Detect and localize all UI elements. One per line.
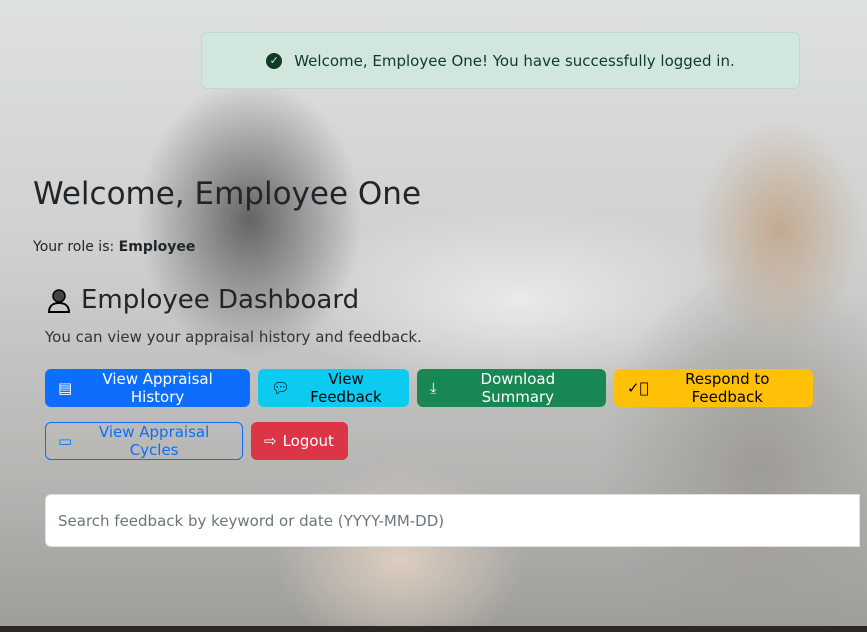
chat-dots-icon: 💬︎ [271,378,291,397]
logout-button[interactable]: ⇨ Logout [251,422,348,460]
page-title: Welcome, Employee One [33,176,422,212]
button-label: View Appraisal Cycles [98,423,210,459]
person-icon [47,289,71,313]
button-label: Respond to Feedback [685,370,770,406]
button-label: View Feedback [310,370,382,406]
login-success-alert: ✓ Welcome, Employee One! You have succes… [201,32,800,89]
button-label: View Appraisal History [102,370,213,406]
view-appraisal-history-button[interactable]: ▤ View Appraisal History [45,369,250,407]
role-text: Your role is: Employee [33,239,195,255]
view-appraisal-cycles-button[interactable]: ▭ View Appraisal Cycles [45,422,243,460]
bottom-bar [0,626,867,632]
journal-icon: ▤ [58,378,73,397]
respond-to-feedback-button[interactable]: ✓⃝ Respond to Feedback [614,369,813,407]
check-circle-icon: ✓⃝ [627,378,649,397]
button-label: Download Summary [480,370,556,406]
logout-icon: ⇨ [264,431,277,450]
dashboard-title-text: Employee Dashboard [81,285,360,315]
role-value: Employee [118,239,196,255]
button-label: Logout [282,432,334,450]
role-label: Your role is: [33,239,115,255]
calendar-icon: ▭ [58,431,73,450]
check-circle-icon: ✓ [266,52,283,69]
view-feedback-button[interactable]: 💬︎ View Feedback [258,369,409,407]
dashboard-title: Employee Dashboard [45,285,359,315]
download-summary-button[interactable]: ⤓ Download Summary [417,369,606,407]
dashboard-subtitle: You can view your appraisal history and … [45,328,422,346]
download-icon: ⤓ [430,378,437,397]
alert-message: Welcome, Employee One! You have successf… [294,51,735,70]
feedback-search-input[interactable] [45,494,860,547]
